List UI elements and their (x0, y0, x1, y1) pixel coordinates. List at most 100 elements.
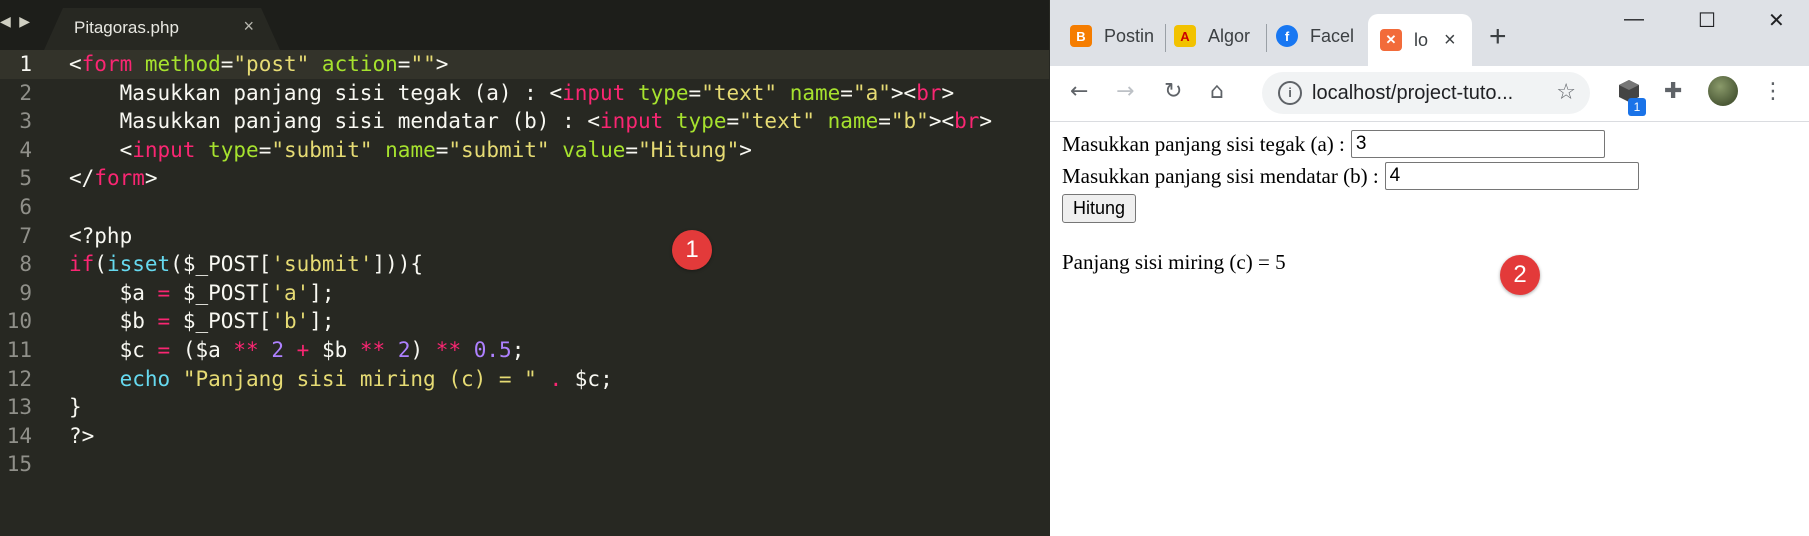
code-token: 2 (271, 337, 284, 362)
code-line: </form> (69, 164, 992, 193)
profile-avatar[interactable] (1708, 76, 1738, 106)
code-token: = (435, 137, 449, 162)
algor-icon: A (1174, 25, 1196, 47)
line-number-gutter: 1 2 3 4 5 6 7 8 9 10 11 12 13 14 15 (0, 50, 62, 536)
code-token: ($_POST[ (170, 252, 272, 277)
input-a[interactable] (1350, 130, 1605, 158)
code-token: } (69, 395, 82, 420)
forward-icon[interactable]: → (1116, 78, 1134, 106)
code-token: = (258, 137, 272, 162)
code-token: <?php (69, 223, 133, 248)
code-token: ($a (170, 337, 234, 362)
close-icon[interactable]: × (243, 16, 254, 37)
address-bar[interactable]: i localhost/project-tuto... ☆ (1262, 72, 1590, 114)
menu-icon[interactable]: ⋮ (1762, 78, 1784, 106)
home-icon[interactable]: ⌂ (1210, 78, 1224, 106)
code-token: $b (69, 309, 158, 334)
code-token: ]; (309, 280, 335, 305)
code-line: } (69, 393, 992, 422)
tab-separator (1266, 24, 1267, 52)
code-token: + (296, 337, 310, 362)
reload-icon[interactable]: ↻ (1164, 78, 1182, 106)
editor-tab-label: Pitagoras.php (74, 18, 179, 37)
code-token: 'b' (271, 309, 310, 334)
code-token: = (688, 80, 702, 105)
extensions-puzzle-icon[interactable]: ✚ (1664, 78, 1682, 106)
input-b[interactable] (1384, 162, 1639, 190)
code-token: isset (106, 252, 171, 277)
code-token: $_POST[ (170, 309, 272, 334)
minimize-button[interactable]: — (1624, 8, 1644, 31)
tab-nav-arrows[interactable]: ◀ ▶ (0, 14, 32, 34)
hitung-button[interactable]: Hitung (1062, 194, 1137, 223)
window-close-button[interactable]: ✕ (1768, 8, 1785, 33)
browser-tab-3[interactable]: f Facel (1276, 14, 1364, 58)
code-token: ; (511, 337, 525, 362)
code-token: = (157, 309, 171, 334)
annotation-badge-2: 2 (1500, 255, 1540, 295)
code-token: form (94, 166, 145, 191)
line-number: 3 (19, 109, 32, 134)
code-token: $_POST[ (170, 280, 272, 305)
code-token: = (726, 109, 740, 134)
code-token: input (600, 109, 664, 134)
code-token: form (81, 52, 133, 76)
code-token: "submit" (448, 137, 550, 162)
code-token: > (435, 52, 449, 76)
code-line: <?php (69, 222, 992, 251)
code-token: > (979, 109, 993, 134)
code-token: 0.5 (473, 337, 512, 362)
line-number: 11 (6, 337, 32, 362)
code-area[interactable]: <form method="post" action=""> Masukkan … (69, 50, 992, 479)
back-icon[interactable]: ← (1070, 78, 1088, 106)
code-token: $a (69, 280, 158, 305)
browser-tab-label: lo (1414, 29, 1429, 50)
line-number: 6 (19, 194, 32, 219)
code-editor: ◀ ▶ Pitagoras.php × 1 2 3 4 5 6 7 8 9 10 11 12 13 14 1… (0, 0, 1049, 536)
code-token: ** (435, 337, 462, 362)
code-line: <form method="post" action=""> (69, 50, 992, 79)
code-token: "post" (233, 52, 310, 76)
code-token: = (157, 337, 171, 362)
blogger-icon: B (1070, 25, 1092, 47)
browser-tab-label: Postin (1104, 25, 1155, 46)
info-icon[interactable]: i (1278, 81, 1302, 105)
close-icon[interactable]: × (1444, 29, 1456, 52)
code-token: ( (94, 252, 107, 277)
editor-tab-bar: ◀ ▶ Pitagoras.php × (0, 0, 1049, 50)
browser-tab-active[interactable]: ✕ lo × (1368, 14, 1472, 66)
new-tab-button[interactable]: + (1489, 20, 1507, 54)
line-number: 12 (6, 366, 32, 391)
code-token: ** (359, 337, 386, 362)
code-token: "submit" (271, 137, 373, 162)
code-line: echo "Panjang sisi miring (c) = " . $c; (69, 365, 992, 394)
browser-tab-1[interactable]: B Postin (1070, 14, 1158, 58)
code-token: ]; (309, 309, 335, 334)
browser-toolbar: ← → ↻ ⌂ i localhost/project-tuto... ☆ 1 … (1050, 66, 1809, 122)
code-token: $c (69, 337, 158, 362)
star-icon[interactable]: ☆ (1556, 80, 1576, 105)
code-token: = (157, 280, 171, 305)
line-number: 10 (6, 309, 32, 334)
code-token: "b" (890, 109, 929, 134)
line-number: 1 (19, 52, 32, 76)
code-token: "a" (852, 80, 891, 105)
code-token: = (878, 109, 891, 134)
code-token: value (562, 137, 626, 162)
maximize-button[interactable]: ☐ (1698, 8, 1716, 33)
editor-tab-pitagoras[interactable]: Pitagoras.php × (44, 8, 280, 50)
browser-tab-2[interactable]: A Algor (1174, 14, 1262, 58)
code-token: Masukkan panjang sisi mendatar (b) : (69, 109, 588, 134)
code-line: $c = ($a ** 2 + $b ** 2) ** 0.5; (69, 336, 992, 365)
code-token: >< (928, 109, 955, 134)
